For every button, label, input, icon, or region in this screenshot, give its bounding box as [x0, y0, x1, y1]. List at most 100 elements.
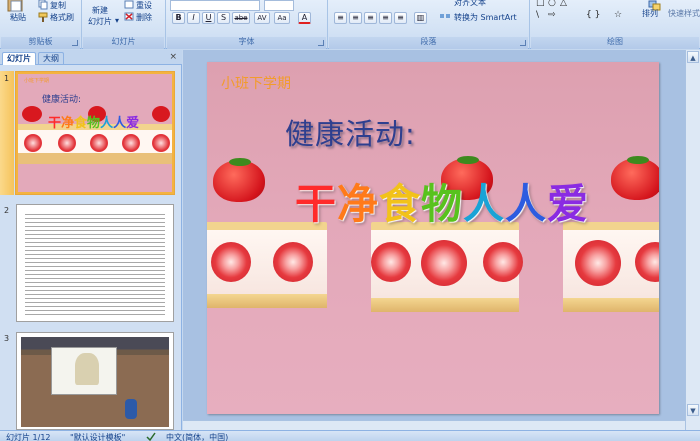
- justify-button[interactable]: ≡: [379, 12, 392, 24]
- underline-button[interactable]: U: [202, 12, 215, 24]
- selected-slide-marker: [0, 71, 14, 195]
- ribbon: 粘贴 复制 格式刷 剪贴板 新建 幻灯片 ▾ 重设 删除 幻灯片 B I U S…: [0, 0, 700, 49]
- paste-button[interactable]: 粘贴: [10, 12, 26, 23]
- align-left-button[interactable]: ≡: [334, 12, 347, 24]
- whole-strawberry-3: [611, 158, 659, 200]
- star-shape-icon[interactable]: ☆: [614, 10, 622, 20]
- title-char: 爱: [547, 180, 589, 228]
- panel-close-icon[interactable]: ×: [169, 52, 177, 62]
- status-bar: 幻灯片 1/12 "默认设计模板" 中文(简体，中国): [0, 430, 700, 441]
- circle-shape-icon[interactable]: ○: [548, 0, 556, 8]
- spellcheck-icon[interactable]: [146, 432, 156, 441]
- thumb1-berry-top-1: [22, 106, 42, 122]
- slide-thumbnail-1[interactable]: 小班下学期 健康活动: 干净食物人人爱: [16, 72, 174, 194]
- thumb2-text-lines: [25, 211, 165, 315]
- convert-smartart-button[interactable]: 转换为 SmartArt: [454, 12, 517, 23]
- strawberry-leaf-3: [627, 156, 649, 164]
- thumb3-person: [125, 399, 137, 419]
- thumb1-title-char: 物: [87, 116, 101, 131]
- quick-styles-button[interactable]: 快速样式: [668, 8, 700, 19]
- font-color-button[interactable]: A: [298, 12, 311, 24]
- slide-subtitle[interactable]: 小班下学期: [221, 73, 291, 93]
- shadow-button[interactable]: S: [217, 12, 230, 24]
- status-language[interactable]: 中文(简体，中国): [166, 432, 228, 441]
- thumb1-berry-slice-3: [90, 134, 108, 152]
- font-name-combo[interactable]: [170, 0, 260, 11]
- font-group-label: 字体: [238, 37, 255, 46]
- scroll-down-icon[interactable]: ▼: [687, 404, 699, 416]
- slide-heading[interactable]: 健康活动:: [285, 111, 416, 153]
- thumb1-title-char: 爱: [126, 116, 140, 131]
- arrow-shape-icon[interactable]: ⇨: [548, 10, 556, 20]
- brace-shape-icon[interactable]: { }: [586, 10, 600, 20]
- berry-slice-2: [273, 242, 313, 282]
- strawberry-leaf-2: [457, 156, 479, 164]
- scroll-up-icon[interactable]: ▲: [687, 51, 699, 63]
- slides-group: 新建 幻灯片 ▾ 重设 删除 幻灯片: [82, 0, 166, 49]
- italic-button[interactable]: I: [187, 12, 200, 24]
- align-text-button[interactable]: 对齐文本: [454, 0, 486, 8]
- smartart-icon: [440, 14, 450, 18]
- new-slide-button[interactable]: 新建: [92, 5, 108, 16]
- distributed-button[interactable]: ≡: [394, 12, 407, 24]
- title-char: 食: [379, 180, 421, 228]
- triangle-shape-icon[interactable]: △: [560, 0, 567, 8]
- paragraph-launcher-icon[interactable]: [520, 40, 526, 46]
- font-launcher-icon[interactable]: [318, 40, 324, 46]
- slide-editor-area: 小班下学期 健康活动: 干净食物人人爱 ▲ ▼: [183, 50, 700, 430]
- format-painter-button[interactable]: 格式刷: [50, 12, 74, 23]
- tab-outline[interactable]: 大纲: [38, 52, 64, 65]
- align-right-button[interactable]: ≡: [364, 12, 377, 24]
- slides-group-label: 幻灯片: [111, 37, 136, 46]
- columns-button[interactable]: ▥: [414, 12, 427, 24]
- berry-slice-1: [211, 242, 251, 282]
- new-slide-button-line2[interactable]: 幻灯片: [88, 16, 112, 27]
- delete-button[interactable]: 删除: [136, 12, 152, 23]
- thumb1-berry-slice-2: [58, 134, 76, 152]
- thumb1-title-char: 干: [48, 116, 62, 131]
- arrange-button[interactable]: 排列: [642, 8, 658, 19]
- clipboard-group-label: 剪贴板: [28, 37, 53, 46]
- change-case-button[interactable]: Aa: [274, 12, 290, 24]
- format-painter-icon: [38, 12, 48, 22]
- berry-slice-4: [421, 240, 467, 286]
- berry-slice-5: [483, 242, 523, 282]
- status-slide-count: 幻灯片 1/12: [6, 433, 51, 441]
- slide-thumbnail-panel: 幻灯片 大纲 × 1 小班下学期 健康活动: 干净食物人人爱 2 3: [0, 50, 182, 430]
- whole-strawberry-1: [213, 160, 265, 202]
- slide-thumbnail-3[interactable]: [16, 332, 174, 430]
- paragraph-group-label: 段落: [420, 37, 437, 46]
- drawing-group: □ ○ △ \ ⇨ { } ☆ 排列 快速样式 绘图: [530, 0, 700, 49]
- slide-title[interactable]: 干净食物人人爱: [295, 170, 589, 230]
- vertical-scrollbar[interactable]: ▲ ▼: [685, 50, 700, 430]
- char-spacing-button[interactable]: AV: [254, 12, 270, 24]
- strikethrough-button[interactable]: abe: [232, 12, 250, 24]
- status-theme[interactable]: "默认设计模板": [70, 432, 125, 441]
- thumb1-title-char: 净: [61, 116, 75, 131]
- tab-slides[interactable]: 幻灯片: [2, 52, 36, 65]
- title-char: 人: [463, 180, 505, 228]
- font-size-combo[interactable]: [264, 0, 294, 11]
- bold-button[interactable]: B: [172, 12, 185, 24]
- copy-button[interactable]: 复制: [50, 0, 66, 11]
- thumb1-berry-slice-1: [24, 134, 42, 152]
- current-slide[interactable]: 小班下学期 健康活动: 干净食物人人爱: [207, 62, 659, 414]
- thumb-number-1: 1: [4, 74, 10, 83]
- thumb-number-3: 3: [4, 334, 10, 343]
- line-shape-icon[interactable]: \: [536, 10, 539, 20]
- clipboard-launcher-icon[interactable]: [72, 40, 78, 46]
- thumb-number-2: 2: [4, 206, 10, 215]
- rectangle-shape-icon[interactable]: □: [536, 0, 545, 8]
- reset-button[interactable]: 重设: [136, 0, 152, 11]
- thumb1-berry-slice-4: [122, 134, 140, 152]
- berry-slice-6: [575, 240, 621, 286]
- horizontal-scrollbar[interactable]: [183, 420, 685, 430]
- thumb1-heading: 健康活动:: [42, 95, 82, 105]
- slide-thumbnail-2[interactable]: [16, 204, 174, 322]
- align-center-button[interactable]: ≡: [349, 12, 362, 24]
- thumb1-berry-slice-5: [152, 134, 170, 152]
- thumb1-title: 干净食物人人爱: [48, 112, 139, 131]
- thumb1-subtitle: 小班下学期: [24, 78, 50, 84]
- new-slide-dropdown-icon[interactable]: ▾: [115, 16, 119, 25]
- font-group: B I U S abe AV Aa A 字体: [166, 0, 328, 49]
